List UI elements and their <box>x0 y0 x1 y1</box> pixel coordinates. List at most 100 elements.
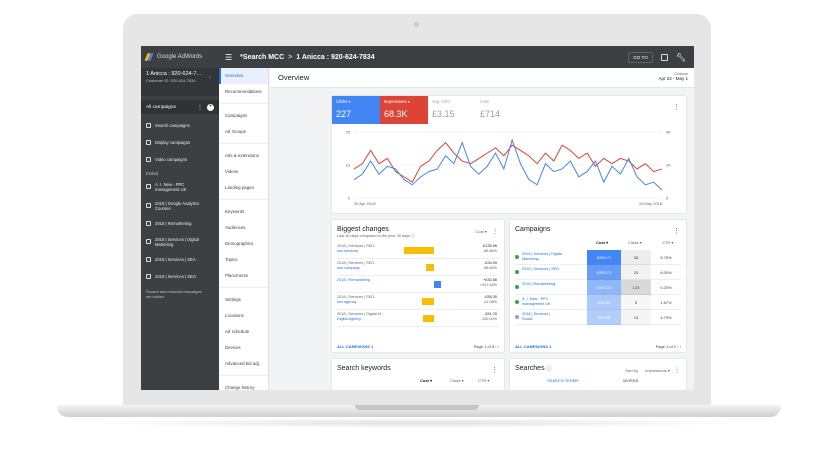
nav-item[interactable]: Locations <box>219 308 268 324</box>
pagination: Page 1 of 2 ‹ › <box>656 344 681 349</box>
sidebar-item-campaign-type[interactable]: Video campaigns <box>141 151 219 168</box>
account-selector[interactable]: 1 Anicca : 920-624-7... Customer ID: 920… <box>141 68 219 96</box>
nav-item[interactable]: Ad Groups <box>219 124 268 140</box>
campaign-link[interactable]: 2018 | Remarketing <box>337 278 397 283</box>
sidebar-item-campaign-type[interactable]: Search campaigns <box>141 117 219 134</box>
nav-item[interactable]: Recommendations <box>219 84 268 100</box>
campaign-name[interactable]: 2018 | Services | SEO <box>522 267 582 272</box>
menu-icon[interactable]: ☰ <box>225 53 232 62</box>
label-line-2: Courses <box>155 205 171 211</box>
all-campaigns-row[interactable]: All campaigns ⋮ + <box>141 100 219 114</box>
more-options-icon[interactable]: ⋮ <box>491 366 498 374</box>
campaign-row[interactable]: A. I. New - PPC management UK £40.52 5 1.67% <box>515 295 681 310</box>
more-options-icon[interactable]: ⋮ <box>674 368 680 374</box>
reports-icon[interactable] <box>660 53 668 61</box>
nav-item[interactable]: Keywords <box>219 204 268 220</box>
all-campaigns-link[interactable]: ALL CAMPAIGNS 1 <box>337 344 373 349</box>
more-options-icon[interactable]: ⋮ <box>673 103 680 111</box>
campaign-row[interactable]: 2018 | Services | Social £26.85 15 4.79% <box>515 310 681 325</box>
metric-cost[interactable]: Cost £714 <box>476 96 524 124</box>
change-row[interactable]: 2018 | Services | SEO - seo services -£135… <box>337 242 499 259</box>
col-search-terms[interactable]: SEARCH TERMS <box>547 378 579 383</box>
label-line-1: 2018 | Services | SEO <box>155 274 197 279</box>
col-ctr[interactable]: CTR ▾ <box>662 240 673 245</box>
campaign-link[interactable]: seo company <box>337 266 397 271</box>
next-page-icon[interactable]: › <box>680 344 681 349</box>
metric-clicks[interactable]: Clicks ▾ 227 <box>332 96 380 124</box>
adwords-logo[interactable]: Google AdWords <box>141 46 219 68</box>
prev-page-icon[interactable]: ‹ <box>495 344 496 349</box>
sidebar-item-label: Display campaigns <box>155 140 191 145</box>
metric-avg-cpc[interactable]: Avg. CPC £3.15 <box>428 96 476 124</box>
add-icon[interactable]: + <box>207 103 214 111</box>
sidebar-item-ended-campaign[interactable]: A. I. New - PPC management UK <box>141 177 219 196</box>
col-cost[interactable]: Cost ▾ <box>596 240 608 245</box>
nav-item[interactable]: Ads & extensions <box>219 148 268 164</box>
account-breadcrumb[interactable]: 1 Anicca : 920-624-7834 <box>296 54 374 61</box>
mcc-title[interactable]: *Search MCC <box>240 54 284 61</box>
nav-item[interactable]: Topics <box>219 252 268 268</box>
campaign-row[interactable]: 2018 | Services | Digital Marketing £294.7… <box>515 250 681 265</box>
sidebar-item-ended-campaign[interactable]: 2018 | Services | SEA <box>141 251 219 268</box>
all-campaigns-link[interactable]: ALL CAMPAIGNS 1 <box>515 344 551 349</box>
sidebar-item-ended-campaign[interactable]: 2018 | Google Analytics Courses <box>141 196 219 215</box>
change-row[interactable]: 2018 | Services | SEO - seo company -£34.0… <box>337 259 499 276</box>
nav-item[interactable]: Audiences <box>219 220 268 236</box>
nav-item-label: Videos <box>225 169 239 174</box>
nav-item[interactable]: Demographics <box>219 236 268 252</box>
nav-item[interactable]: Overview <box>219 68 268 84</box>
campaign-row[interactable]: 2018 | Remarketing £107.13 124 0.25% <box>515 280 681 295</box>
campaign-name[interactable]: 2018 | Services | Digital Marketing <box>522 252 582 261</box>
sort-selector[interactable]: Sort by Impressions ▾ ⋮ <box>625 367 680 374</box>
search-keywords-card: Search keywords ⋮ Cost ▾ Clicks ▾ CTR ▾ <box>332 359 504 390</box>
campaign-row[interactable]: 2018 | Services | SEO £205.71 25 6.00% <box>515 265 681 280</box>
help-icon[interactable]: ⓘ <box>411 234 415 238</box>
col-clicks[interactable]: Clicks ▾ <box>450 378 464 383</box>
nav-item[interactable]: Settings <box>219 292 268 308</box>
metric-impressions[interactable]: Impressions ▾ 68.3K <box>380 96 428 124</box>
prev-page-icon[interactable]: ‹ <box>677 344 678 349</box>
page-title: Overview <box>278 73 310 82</box>
nav-item[interactable]: Advanced bid adj. <box>219 356 268 372</box>
wrench-icon[interactable]: 🔧︎ <box>676 53 686 62</box>
sort-selector[interactable]: Cost ▾ ⋮ <box>476 228 498 235</box>
nav-item[interactable]: Videos <box>219 164 268 180</box>
card-title: Search keywords <box>337 365 391 372</box>
more-options-icon[interactable]: ⋮ <box>197 104 203 111</box>
campaign-name[interactable]: 2018 | Remarketing <box>522 282 582 287</box>
next-page-icon[interactable]: › <box>498 344 499 349</box>
nav-item[interactable]: Change history <box>219 380 268 390</box>
col-ctr[interactable]: CTR ▾ <box>478 378 489 383</box>
sidebar-item-ended-campaign[interactable]: 2018 | Services | SEO <box>141 268 219 285</box>
sidebar-item-ended-campaign[interactable]: 2018 | Services | Digital Marketing <box>141 232 219 251</box>
col-words[interactable]: WORDS <box>623 378 638 383</box>
sidebar-item-campaign-type[interactable]: Display campaigns <box>141 134 219 151</box>
goto-button[interactable]: GO TO <box>628 51 653 63</box>
change-percent: -41.08% <box>482 299 497 304</box>
sidebar-item-ended-campaign[interactable]: 2018 | Remarketing <box>141 215 219 232</box>
label-line-2: Marketing <box>155 241 174 247</box>
help-icon[interactable]: ⓘ <box>547 366 552 372</box>
campaign-name: 2018 | Remarketing <box>337 278 397 283</box>
campaign-name[interactable]: 2018 | Services | Social <box>522 312 582 321</box>
date-range-selector[interactable]: Custom Apr 22 - May 1 <box>658 71 688 81</box>
more-options-icon[interactable]: ⋮ <box>673 227 680 235</box>
biggest-changes-card: Biggest changes Last 30 days compared to… <box>332 220 504 352</box>
campaign-name[interactable]: A. I. New - PPC management UK <box>522 297 582 306</box>
change-row[interactable]: 2018 | Services | SEO - seo agency -£55.30… <box>337 293 499 310</box>
campaign-link[interactable]: seo agency <box>337 300 397 305</box>
nav-item[interactable]: Campaigns <box>219 108 268 124</box>
metric-label: Clicks ▾ <box>336 99 351 104</box>
nav-item[interactable]: Landing pages <box>219 180 268 196</box>
col-cost[interactable]: Cost ▾ <box>420 378 432 383</box>
more-options-icon[interactable]: ⋮ <box>492 229 498 235</box>
nav-item[interactable]: Devices <box>219 340 268 356</box>
col-clicks[interactable]: Clicks ▾ <box>628 240 642 245</box>
campaign-link[interactable]: seo services <box>337 249 397 254</box>
campaign-link[interactable]: Digital Agency <box>337 317 397 322</box>
nav-item[interactable]: Ad schedule <box>219 324 268 340</box>
nav-item[interactable]: Placements <box>219 268 268 284</box>
change-row[interactable]: 2018 | Remarketing +£30.56 +347.63% <box>337 276 499 293</box>
change-row[interactable]: 2018 | Services | Digital M... Digital Ag… <box>337 310 499 327</box>
label-line-1: 2018 | Services | SEA <box>155 257 196 262</box>
